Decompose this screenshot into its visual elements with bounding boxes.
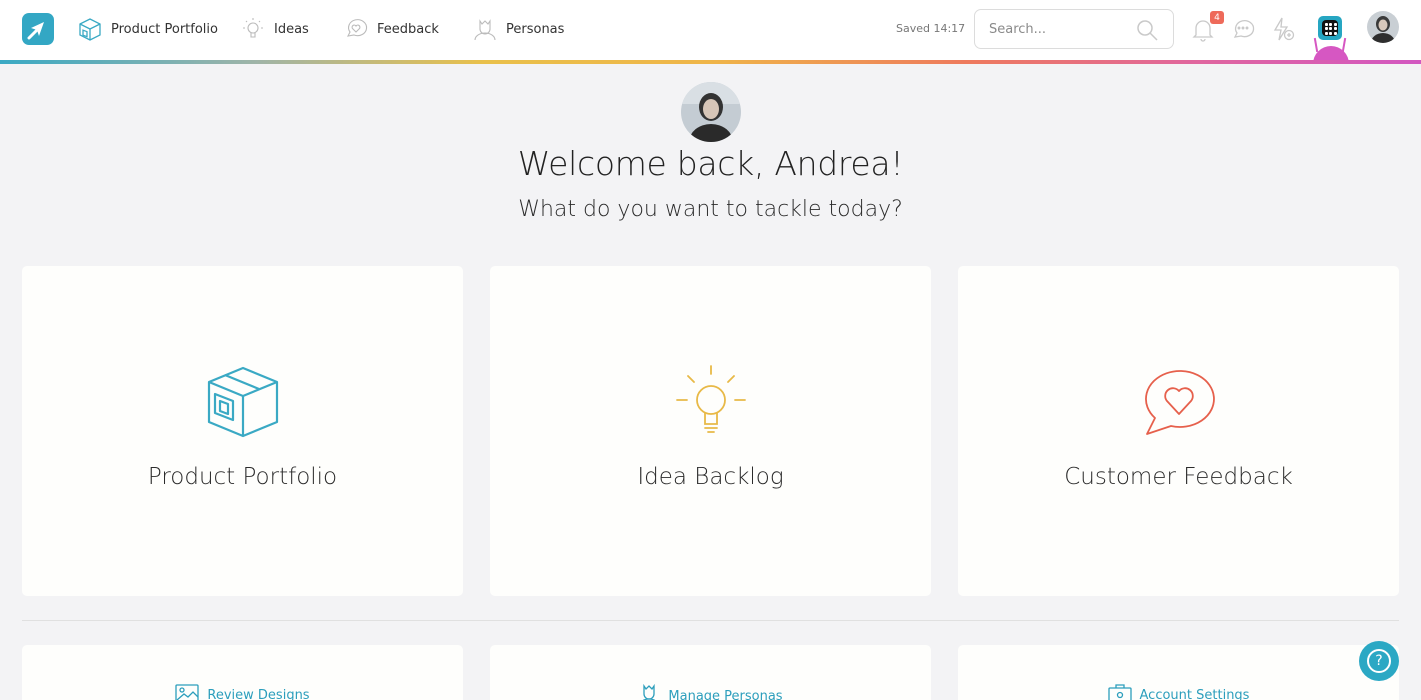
welcome-subtitle: What do you want to tackle today? <box>518 197 903 222</box>
lightbulb-icon <box>240 16 266 42</box>
nav-label: Ideas <box>274 21 309 37</box>
box-icon <box>77 16 103 42</box>
card-title: Idea Backlog <box>637 464 784 490</box>
quick-add-lightning-icon[interactable] <box>1269 15 1297 43</box>
box-icon <box>22 364 463 440</box>
nav-label: Product Portfolio <box>111 21 218 37</box>
secondary-link-label[interactable]: Review Designs <box>207 688 309 700</box>
nav-feedback[interactable]: Feedback <box>343 16 439 42</box>
app-logo-icon[interactable] <box>22 13 54 45</box>
briefcase-icon <box>1107 683 1132 700</box>
user-avatar[interactable] <box>1367 11 1399 43</box>
app-launcher-grid-icon[interactable] <box>1318 16 1342 40</box>
section-divider <box>22 620 1399 621</box>
chat-bubble-icon[interactable] <box>1229 15 1257 43</box>
notification-badge: 4 <box>1210 11 1224 24</box>
card-account-settings[interactable]: Account Settings <box>958 645 1399 700</box>
apps-indicator-decoration <box>1313 37 1319 53</box>
card-manage-personas[interactable]: Manage Personas <box>490 645 931 700</box>
search-input[interactable] <box>989 10 1139 48</box>
nav-product-portfolio[interactable]: Product Portfolio <box>77 16 218 42</box>
card-title: Customer Feedback <box>1064 464 1293 490</box>
persona-icon <box>638 683 660 700</box>
card-review-designs[interactable]: Review Designs <box>22 645 463 700</box>
heart-bubble-icon <box>958 364 1399 440</box>
persona-icon <box>472 16 498 42</box>
card-title: Product Portfolio <box>147 464 338 490</box>
nav-label: Personas <box>506 21 565 37</box>
welcome-heading: Welcome back, Andrea! <box>517 144 904 183</box>
secondary-link-label[interactable]: Manage Personas <box>668 689 782 700</box>
brand-gradient-stripe <box>0 60 1421 64</box>
heart-bubble-icon <box>343 16 369 42</box>
secondary-link-label[interactable]: Account Settings <box>1140 688 1250 700</box>
nav-ideas[interactable]: Ideas <box>240 16 309 42</box>
search-box[interactable] <box>974 9 1174 49</box>
card-customer-feedback[interactable]: Customer Feedback <box>958 266 1399 596</box>
lightbulb-icon <box>490 364 931 440</box>
saved-status: Saved 14:17 <box>896 22 966 35</box>
hero-avatar <box>681 82 741 142</box>
search-icon[interactable] <box>1135 18 1159 46</box>
top-navigation-bar: Product Portfolio Ideas Feedback Persona… <box>0 0 1421 64</box>
card-idea-backlog[interactable]: Idea Backlog <box>490 266 931 596</box>
image-icon <box>175 683 200 700</box>
card-product-portfolio[interactable]: Product Portfolio <box>22 266 463 596</box>
help-icon: ? <box>1367 649 1391 673</box>
nav-label: Feedback <box>377 21 439 37</box>
nav-personas[interactable]: Personas <box>472 16 564 42</box>
help-button[interactable]: ? <box>1359 641 1399 681</box>
